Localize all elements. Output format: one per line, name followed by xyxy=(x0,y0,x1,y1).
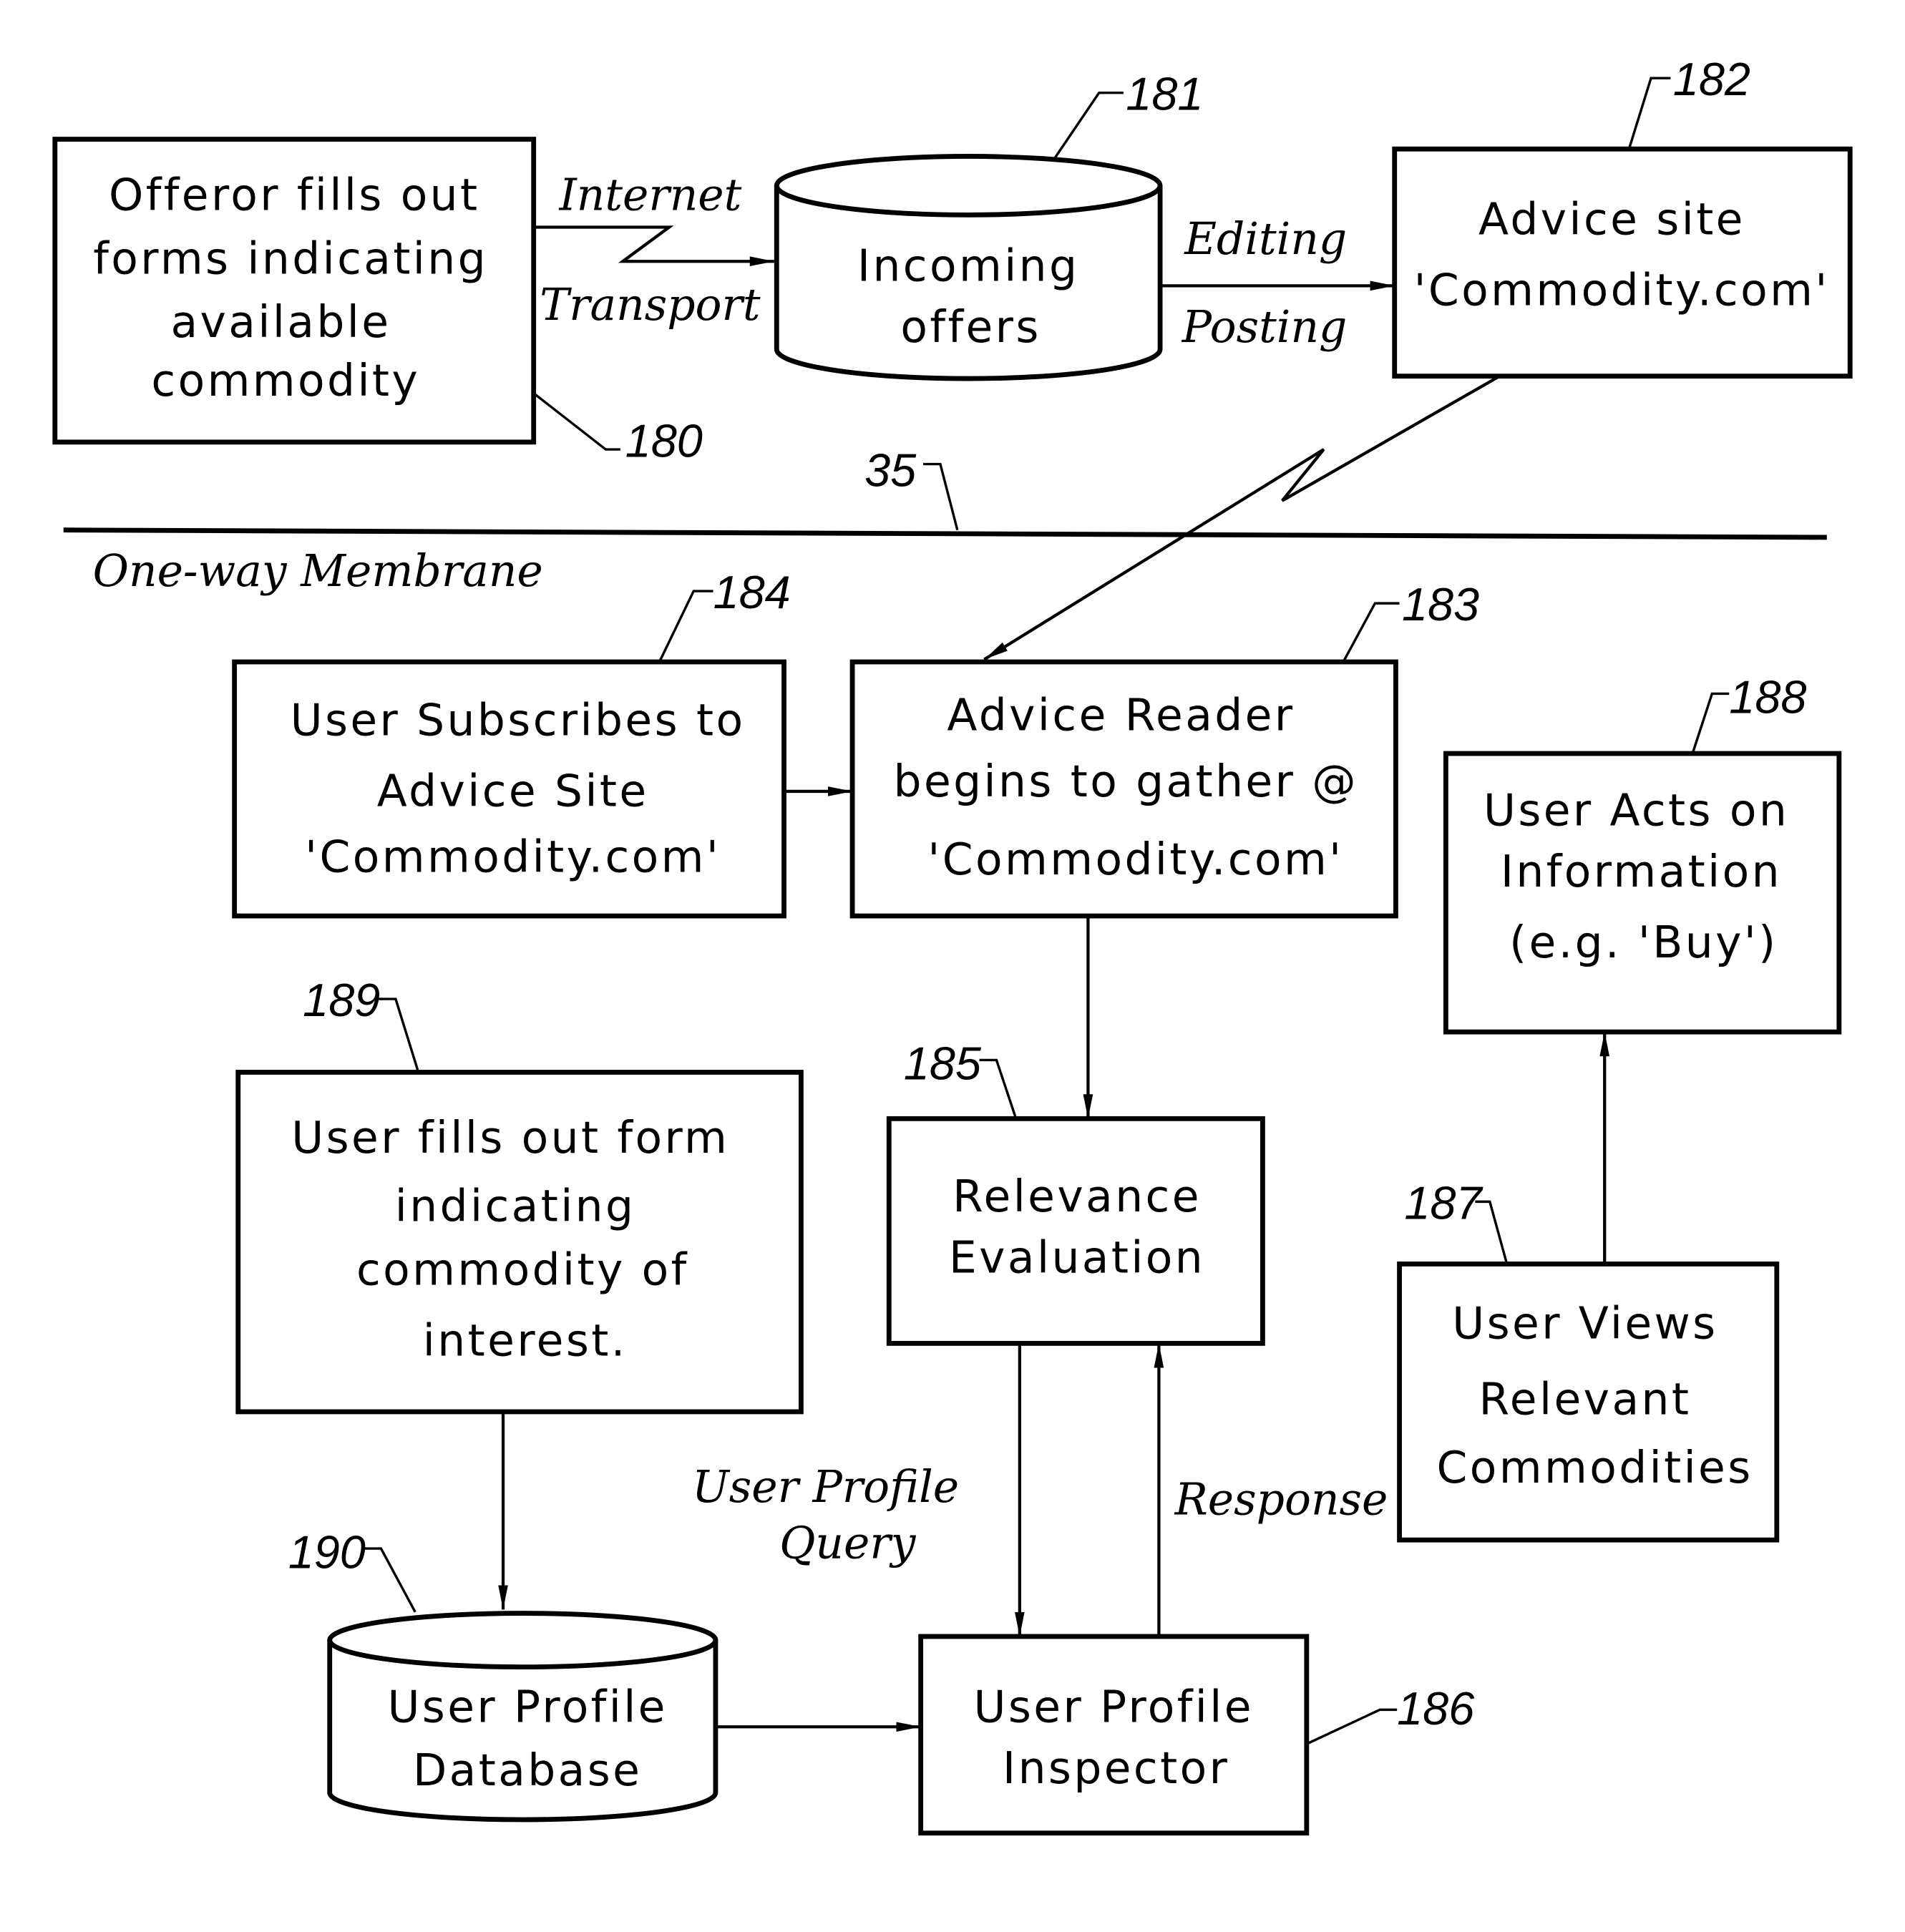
node-185-relevance-evaluation: Relevance Evaluation xyxy=(886,1116,1265,1346)
node-184-line-1: User Subscribes to xyxy=(291,695,746,746)
leader-189 xyxy=(376,997,419,1070)
node-187-line-1: User Views xyxy=(1452,1299,1718,1350)
edge-label-user-profile: User Profile xyxy=(692,1462,959,1513)
flow-diagram: Offeror fills out forms indicating avail… xyxy=(52,53,1853,1836)
node-189-user-fills-form: User fills out form indicating commodity… xyxy=(235,1070,804,1415)
node-181-incoming-offers: Incoming offers xyxy=(774,154,1163,381)
node-189-line-3: commodity of xyxy=(356,1244,689,1295)
node-180-line-2: forms indicating xyxy=(93,233,488,284)
node-180-line-3: available xyxy=(171,297,391,348)
node-183-line-3: 'Commodity.com' xyxy=(927,834,1343,885)
node-189-line-1: User fills out form xyxy=(291,1113,729,1163)
ref-182: 182 xyxy=(1673,53,1750,105)
node-183-line-2: begins to gather @ xyxy=(894,756,1358,807)
node-190-user-profile-database: User Profile Database xyxy=(327,1611,718,1823)
leader-180 xyxy=(532,392,620,451)
edge-180-181 xyxy=(533,225,774,267)
ref-185: 185 xyxy=(904,1038,982,1090)
membrane-label: One-way Membrane xyxy=(93,546,543,597)
leader-35 xyxy=(923,462,959,531)
ref-183: 183 xyxy=(1402,578,1479,630)
node-180-offeror-form: Offeror fills out forms indicating avail… xyxy=(52,137,537,445)
leader-185 xyxy=(979,1058,1018,1119)
ref-187: 187 xyxy=(1404,1176,1483,1229)
node-189-line-2: indicating xyxy=(395,1181,636,1232)
leader-181 xyxy=(1051,92,1124,162)
node-183-line-1: Advice Reader xyxy=(947,691,1295,741)
ref-186: 186 xyxy=(1397,1682,1475,1735)
node-189-line-4: interest. xyxy=(423,1315,628,1366)
leader-183 xyxy=(1342,602,1400,663)
node-186-line-1: User Profile xyxy=(974,1682,1254,1732)
leader-188 xyxy=(1691,692,1730,754)
leader-182 xyxy=(1627,77,1671,150)
node-187-line-3: Commodities xyxy=(1436,1443,1753,1493)
node-190-line-2: Database xyxy=(413,1745,642,1796)
node-188-line-1: User Acts on xyxy=(1483,786,1789,836)
edge-label-internet: Internet xyxy=(559,170,742,221)
node-188-line-3: (e.g. 'Buy') xyxy=(1509,917,1778,968)
edge-label-editing: Editing xyxy=(1184,214,1347,265)
node-190-line-1: User Profile xyxy=(387,1682,667,1732)
node-188-line-2: Information xyxy=(1501,847,1782,897)
ref-190: 190 xyxy=(288,1526,366,1578)
ref-180: 180 xyxy=(625,414,703,467)
node-182-line-1: Advice site xyxy=(1478,195,1745,245)
node-184-line-2: Advice Site xyxy=(377,766,649,816)
leader-190 xyxy=(364,1547,416,1613)
leader-184 xyxy=(658,590,713,663)
edge-label-posting: Posting xyxy=(1182,302,1348,353)
node-184-user-subscribes: User Subscribes to Advice Site 'Commodit… xyxy=(232,659,786,919)
node-181-line-1: Incoming xyxy=(857,241,1079,292)
node-186-user-profile-inspector: User Profile Inspector xyxy=(918,1634,1310,1836)
node-188-user-acts: User Acts on Information (e.g. 'Buy') xyxy=(1443,751,1842,1035)
edge-label-query: Query xyxy=(779,1518,917,1569)
edge-label-response: Response xyxy=(1174,1474,1388,1525)
node-182-advice-site: Advice site 'Commodity.com' xyxy=(1392,146,1853,379)
node-183-advice-reader: Advice Reader begins to gather @ 'Commod… xyxy=(849,659,1398,919)
node-187-user-views: User Views Relevant Commodities xyxy=(1397,1262,1780,1543)
node-187-line-2: Relevant xyxy=(1478,1374,1691,1425)
node-181-line-2: offers xyxy=(900,302,1041,353)
node-180-line-1: Offeror fills out xyxy=(109,170,480,221)
edge-label-transport: Transport xyxy=(540,280,761,331)
ref-189: 189 xyxy=(303,974,380,1026)
one-way-membrane-line xyxy=(63,527,1827,540)
node-184-line-3: 'Commodity.com' xyxy=(305,832,721,883)
node-182-line-2: 'Commodity.com' xyxy=(1414,265,1830,316)
leader-186 xyxy=(1306,1708,1398,1745)
node-185-line-2: Evaluation xyxy=(949,1232,1205,1283)
node-185-line-1: Relevance xyxy=(952,1171,1202,1222)
node-186-line-2: Inspector xyxy=(1003,1743,1229,1794)
ref-181: 181 xyxy=(1126,68,1203,120)
node-180-line-4: commodity xyxy=(151,356,420,406)
ref-188: 188 xyxy=(1729,671,1806,723)
ref-35: 35 xyxy=(864,444,917,496)
ref-184: 184 xyxy=(713,566,791,618)
